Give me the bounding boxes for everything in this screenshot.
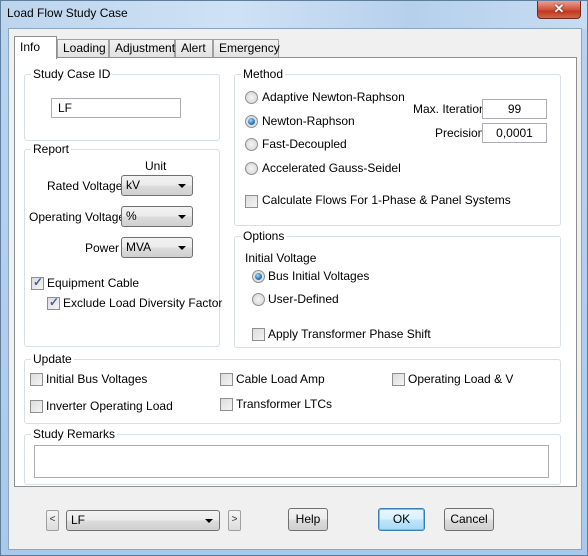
inverter-operating-load-checkbox[interactable] [30, 400, 43, 413]
method-option-label: Fast-Decoupled [262, 137, 347, 151]
precision-label: Precision [435, 126, 485, 140]
report-label: Report [31, 142, 72, 156]
help-button[interactable]: Help [288, 508, 328, 531]
title-bar[interactable]: Load Flow Study Case ✕ [1, 1, 587, 29]
window-title: Load Flow Study Case [7, 6, 128, 20]
equipment-cable-label: Equipment Cable [47, 276, 140, 290]
chevron-right-icon: > [231, 514, 238, 525]
exclude-load-diversity-checkbox[interactable] [47, 295, 60, 310]
bus-initial-voltages-label: Bus Initial Voltages [268, 269, 370, 283]
tab-emergency[interactable]: Emergency [213, 39, 280, 58]
study-case-select[interactable]: LF [66, 510, 220, 531]
power-select[interactable]: MVA [121, 237, 193, 258]
operating-voltage-value: % [126, 209, 137, 223]
method-radio-accelerated-gs[interactable] [245, 162, 258, 175]
close-icon: ✕ [553, 1, 565, 16]
chevron-down-icon [205, 519, 213, 523]
study-case-id-group: Study Case ID LF [24, 67, 220, 141]
cable-load-amp-label: Cable Load Amp [236, 372, 325, 386]
power-label: Power [85, 241, 120, 255]
user-defined-label: User-Defined [268, 292, 339, 306]
chevron-down-icon [178, 246, 186, 250]
precision-input[interactable]: 0,0001 [482, 123, 547, 143]
operating-voltage-label: Operating Voltage [29, 210, 126, 224]
method-option-label: Accelerated Gauss-Seidel [262, 161, 401, 175]
chevron-down-icon [178, 215, 186, 219]
dialog-client-area: Info Loading Adjustment Alert Emergency … [8, 28, 582, 550]
update-group: Update Initial Bus Voltages Cable Load A… [24, 352, 561, 424]
next-case-button[interactable]: > [228, 510, 241, 531]
rated-voltage-value: kV [126, 178, 141, 192]
operating-load-v-label: Operating Load & V [408, 372, 514, 386]
transformer-ltcs-label: Transformer LTCs [236, 397, 333, 411]
calc-flows-label: Calculate Flows For 1-Phase & Panel Syst… [262, 193, 511, 207]
operating-voltage-select[interactable]: % [121, 206, 193, 227]
study-case-select-value: LF [71, 513, 86, 527]
study-case-id-input[interactable]: LF [51, 98, 181, 118]
tab-adjustment[interactable]: Adjustment [109, 39, 175, 58]
operating-load-v-checkbox[interactable] [392, 373, 405, 386]
tab-alert[interactable]: Alert [175, 39, 213, 58]
max-iteration-input[interactable]: 99 [482, 99, 547, 119]
method-radio-newton-raphson[interactable] [245, 115, 258, 128]
study-remarks-label: Study Remarks [31, 427, 118, 441]
tab-info[interactable]: Info [14, 36, 57, 59]
report-group: Report Unit Rated Voltage kV Operating V… [24, 142, 223, 347]
apply-phase-shift-label: Apply Transformer Phase Shift [268, 327, 431, 341]
study-case-id-label: Study Case ID [31, 67, 113, 81]
method-group: Method Adaptive Newton-Raphson Newton-Ra… [234, 67, 561, 226]
close-button[interactable]: ✕ [537, 1, 581, 19]
method-radio-adaptive-nr[interactable] [245, 91, 258, 104]
options-label: Options [241, 229, 287, 243]
prev-case-button[interactable]: < [46, 510, 59, 531]
initial-bus-voltages-checkbox[interactable] [30, 373, 43, 386]
study-remarks-group: Study Remarks [24, 427, 561, 485]
unit-header: Unit [145, 159, 167, 173]
max-iteration-label: Max. Iteration [413, 102, 486, 116]
calc-flows-checkbox[interactable] [245, 195, 258, 208]
update-label: Update [31, 352, 74, 366]
chevron-left-icon: < [49, 514, 56, 525]
exclude-load-diversity-label: Exclude Load Diversity Factor [63, 296, 223, 310]
transformer-ltcs-checkbox[interactable] [220, 398, 233, 411]
rated-voltage-label: Rated Voltage [47, 179, 123, 193]
tab-loading[interactable]: Loading [57, 39, 109, 58]
inverter-operating-load-label: Inverter Operating Load [46, 399, 173, 413]
user-defined-radio[interactable] [252, 293, 265, 306]
method-option-label: Adaptive Newton-Raphson [262, 90, 405, 104]
info-tab-panel: Study Case ID LF Report Unit Rated Volta… [14, 57, 577, 487]
chevron-down-icon [178, 184, 186, 188]
power-value: MVA [126, 240, 152, 254]
rated-voltage-select[interactable]: kV [121, 175, 193, 196]
cable-load-amp-checkbox[interactable] [220, 373, 233, 386]
equipment-cable-checkbox[interactable] [31, 275, 44, 290]
method-radio-fast-decoupled[interactable] [245, 138, 258, 151]
bus-initial-voltages-radio[interactable] [252, 270, 265, 283]
ok-button[interactable]: OK [378, 508, 425, 531]
method-label: Method [241, 67, 286, 81]
apply-phase-shift-checkbox[interactable] [252, 328, 265, 341]
cancel-button[interactable]: Cancel [444, 508, 494, 531]
dialog-window: Load Flow Study Case ✕ Info Loading Adju… [0, 0, 588, 556]
method-option-label: Newton-Raphson [262, 114, 355, 128]
initial-bus-voltages-label: Initial Bus Voltages [46, 372, 148, 386]
study-remarks-textarea[interactable] [34, 445, 549, 478]
options-group: Options Initial Voltage Bus Initial Volt… [234, 229, 561, 348]
initial-voltage-label: Initial Voltage [245, 251, 317, 265]
